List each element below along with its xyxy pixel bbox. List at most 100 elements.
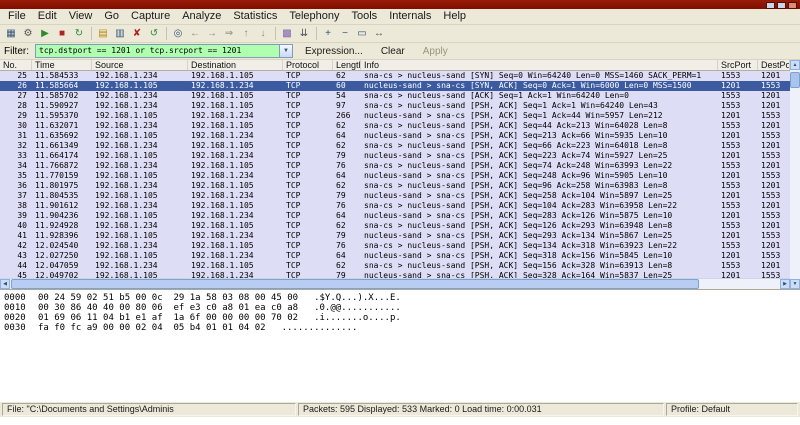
close-icon[interactable]: [788, 2, 797, 9]
column-header-time[interactable]: Time: [32, 60, 92, 70]
scroll-down-icon[interactable]: ▼: [790, 279, 800, 289]
cell-source: 192.168.1.105: [92, 231, 188, 241]
go-back-icon[interactable]: ←: [187, 26, 203, 41]
packet-row[interactable]: 3711.804535192.168.1.105192.168.1.234TCP…: [0, 191, 800, 201]
menu-statistics[interactable]: Statistics: [227, 9, 283, 24]
cell-protocol: TCP: [283, 181, 333, 191]
clear-button[interactable]: Clear: [375, 46, 411, 57]
cell-length: 54: [333, 91, 361, 101]
menu-edit[interactable]: Edit: [32, 9, 63, 24]
scrollbar-thumb[interactable]: [790, 72, 800, 88]
chevron-down-icon[interactable]: ▼: [279, 45, 292, 57]
packet-row[interactable]: 4312.027250192.168.1.105192.168.1.234TCP…: [0, 251, 800, 261]
go-last-icon[interactable]: ↓: [255, 26, 271, 41]
scrollbar-thumb[interactable]: [11, 279, 699, 289]
column-header-protocol[interactable]: Protocol: [283, 60, 333, 70]
hex-line[interactable]: 001000 30 86 40 40 00 80 06 ef e3 c0 a8 …: [4, 303, 800, 313]
go-first-icon[interactable]: ↑: [238, 26, 254, 41]
menu-tools[interactable]: Tools: [346, 9, 384, 24]
maximize-icon[interactable]: [777, 2, 786, 9]
cell-info: nucleus-sand > sna-cs [PSH, ACK] Seq=248…: [361, 171, 718, 181]
column-header-length[interactable]: Length: [333, 60, 361, 70]
packet-row[interactable]: 2911.595370192.168.1.105192.168.1.234TCP…: [0, 111, 800, 121]
menu-bar: FileEditViewGoCaptureAnalyzeStatisticsTe…: [0, 9, 800, 25]
menu-capture[interactable]: Capture: [125, 9, 176, 24]
packet-row[interactable]: 4412.047059192.168.1.234192.168.1.105TCP…: [0, 261, 800, 271]
column-header-no[interactable]: No.: [0, 60, 32, 70]
packet-list-header: No.TimeSourceDestinationProtocolLengthIn…: [0, 60, 800, 71]
zoom-out-icon[interactable]: −: [337, 26, 353, 41]
minimize-icon[interactable]: [766, 2, 775, 9]
packet-row[interactable]: 2711.585702192.168.1.234192.168.1.105TCP…: [0, 91, 800, 101]
cell-source: 192.168.1.105: [92, 81, 188, 91]
packet-row[interactable]: 3011.632071192.168.1.234192.168.1.105TCP…: [0, 121, 800, 131]
filter-input[interactable]: tcp.dstport == 1201 or tcp.srcport == 12…: [35, 44, 293, 58]
packet-row[interactable]: 2511.584533192.168.1.234192.168.1.105TCP…: [0, 71, 800, 81]
packet-row[interactable]: 3111.635692192.168.1.105192.168.1.234TCP…: [0, 131, 800, 141]
column-header-srcport[interactable]: SrcPort: [718, 60, 758, 70]
packet-row[interactable]: 3611.801975192.168.1.234192.168.1.105TCP…: [0, 181, 800, 191]
cell-destport: 1553: [758, 231, 790, 241]
menu-internals[interactable]: Internals: [383, 9, 437, 24]
reload-file-icon[interactable]: ↺: [146, 26, 162, 41]
restart-capture-icon[interactable]: ↻: [71, 26, 87, 41]
hex-line[interactable]: 000000 24 59 02 51 b5 00 0c 29 1a 58 03 …: [4, 293, 800, 303]
find-packet-icon[interactable]: ◎: [170, 26, 186, 41]
cell-no: 41: [0, 231, 32, 241]
expression-button[interactable]: Expression...: [299, 46, 369, 57]
packet-row[interactable]: 4212.024540192.168.1.234192.168.1.105TCP…: [0, 241, 800, 251]
packet-row[interactable]: 3911.904236192.168.1.105192.168.1.234TCP…: [0, 211, 800, 221]
column-header-source[interactable]: Source: [92, 60, 188, 70]
go-to-packet-icon[interactable]: ⇒: [221, 26, 237, 41]
resize-columns-icon[interactable]: ↔: [371, 26, 387, 41]
column-header-destpor[interactable]: DestPor: [758, 60, 790, 70]
menu-go[interactable]: Go: [98, 9, 125, 24]
horizontal-scrollbar[interactable]: ◀ ▶: [0, 278, 800, 289]
cell-no: 34: [0, 161, 32, 171]
colorize-icon[interactable]: ▩: [279, 26, 295, 41]
column-header-info[interactable]: Info: [361, 60, 718, 70]
packet-row[interactable]: 3811.901612192.168.1.234192.168.1.105TCP…: [0, 201, 800, 211]
vertical-scrollbar[interactable]: ▲ ▼: [790, 60, 800, 289]
cell-srcport: 1553: [718, 221, 758, 231]
go-forward-icon[interactable]: →: [204, 26, 220, 41]
zoom-normal-icon[interactable]: ▭: [354, 26, 370, 41]
packet-row[interactable]: 3511.770159192.168.1.105192.168.1.234TCP…: [0, 171, 800, 181]
open-file-icon[interactable]: ▤: [95, 26, 111, 41]
list-interfaces-icon[interactable]: ▦: [3, 26, 19, 41]
status-profile[interactable]: Profile: Default: [666, 403, 798, 416]
cell-destport: 1553: [758, 81, 790, 91]
menu-view[interactable]: View: [63, 9, 99, 24]
packet-row[interactable]: 4111.928396192.168.1.105192.168.1.234TCP…: [0, 231, 800, 241]
packet-row[interactable]: 3211.661349192.168.1.234192.168.1.105TCP…: [0, 141, 800, 151]
apply-button[interactable]: Apply: [417, 46, 454, 57]
menu-telephony[interactable]: Telephony: [283, 9, 345, 24]
packet-row[interactable]: 4512.049702192.168.1.105192.168.1.234TCP…: [0, 271, 800, 278]
stop-capture-icon[interactable]: ■: [54, 26, 70, 41]
hex-line[interactable]: 002001 69 06 11 04 b1 e1 af 1a 6f 00 00 …: [4, 313, 800, 323]
packet-row[interactable]: 3411.766872192.168.1.234192.168.1.105TCP…: [0, 161, 800, 171]
column-header-destination[interactable]: Destination: [188, 60, 283, 70]
close-file-icon[interactable]: ✘: [129, 26, 145, 41]
cell-time: 11.664174: [32, 151, 92, 161]
menu-analyze[interactable]: Analyze: [176, 9, 227, 24]
capture-options-icon[interactable]: ⚙: [20, 26, 36, 41]
menu-help[interactable]: Help: [437, 9, 472, 24]
hex-line[interactable]: 0030fa f0 fc a9 00 00 02 04 05 b4 01 01 …: [4, 323, 800, 333]
scroll-up-icon[interactable]: ▲: [790, 60, 800, 70]
packet-row[interactable]: 2811.590927192.168.1.234192.168.1.105TCP…: [0, 101, 800, 111]
cell-destport: 1201: [758, 221, 790, 231]
save-file-icon[interactable]: ▥: [112, 26, 128, 41]
cell-info: nucleus-sand > sna-cs [PSH, ACK] Seq=258…: [361, 191, 718, 201]
packet-row[interactable]: 3311.664174192.168.1.105192.168.1.234TCP…: [0, 151, 800, 161]
packet-row[interactable]: 2611.585664192.168.1.105192.168.1.234TCP…: [0, 81, 800, 91]
menu-file[interactable]: File: [2, 9, 32, 24]
packet-row[interactable]: 4011.924928192.168.1.234192.168.1.105TCP…: [0, 221, 800, 231]
cell-destination: 192.168.1.234: [188, 271, 283, 278]
filter-value[interactable]: tcp.dstport == 1201 or tcp.srcport == 12…: [36, 45, 279, 57]
zoom-in-icon[interactable]: +: [320, 26, 336, 41]
start-capture-icon[interactable]: ▶: [37, 26, 53, 41]
scroll-right-icon[interactable]: ▶: [780, 279, 790, 289]
auto-scroll-icon[interactable]: ⇊: [296, 26, 312, 41]
scroll-left-icon[interactable]: ◀: [0, 279, 10, 289]
